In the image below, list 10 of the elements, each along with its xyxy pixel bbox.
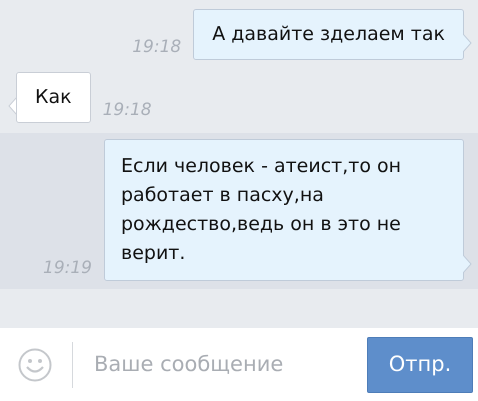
message-bubble: Если человек - атеист,то он работает в пасху,на рождество,ведь он в это не верит. (104, 139, 464, 281)
message-bubble: Как (16, 72, 91, 123)
emoji-icon[interactable] (18, 348, 52, 382)
message-time: 19:18 (132, 36, 182, 58)
message-input[interactable]: Ваше сообщение (94, 348, 367, 380)
bubble-tail-icon (463, 255, 472, 273)
bubble-tail-icon (8, 97, 17, 115)
bubble-tail-icon (463, 34, 472, 52)
message-bubble: А давайте зделаем так (193, 9, 464, 60)
message-time: 19:18 (102, 98, 152, 122)
